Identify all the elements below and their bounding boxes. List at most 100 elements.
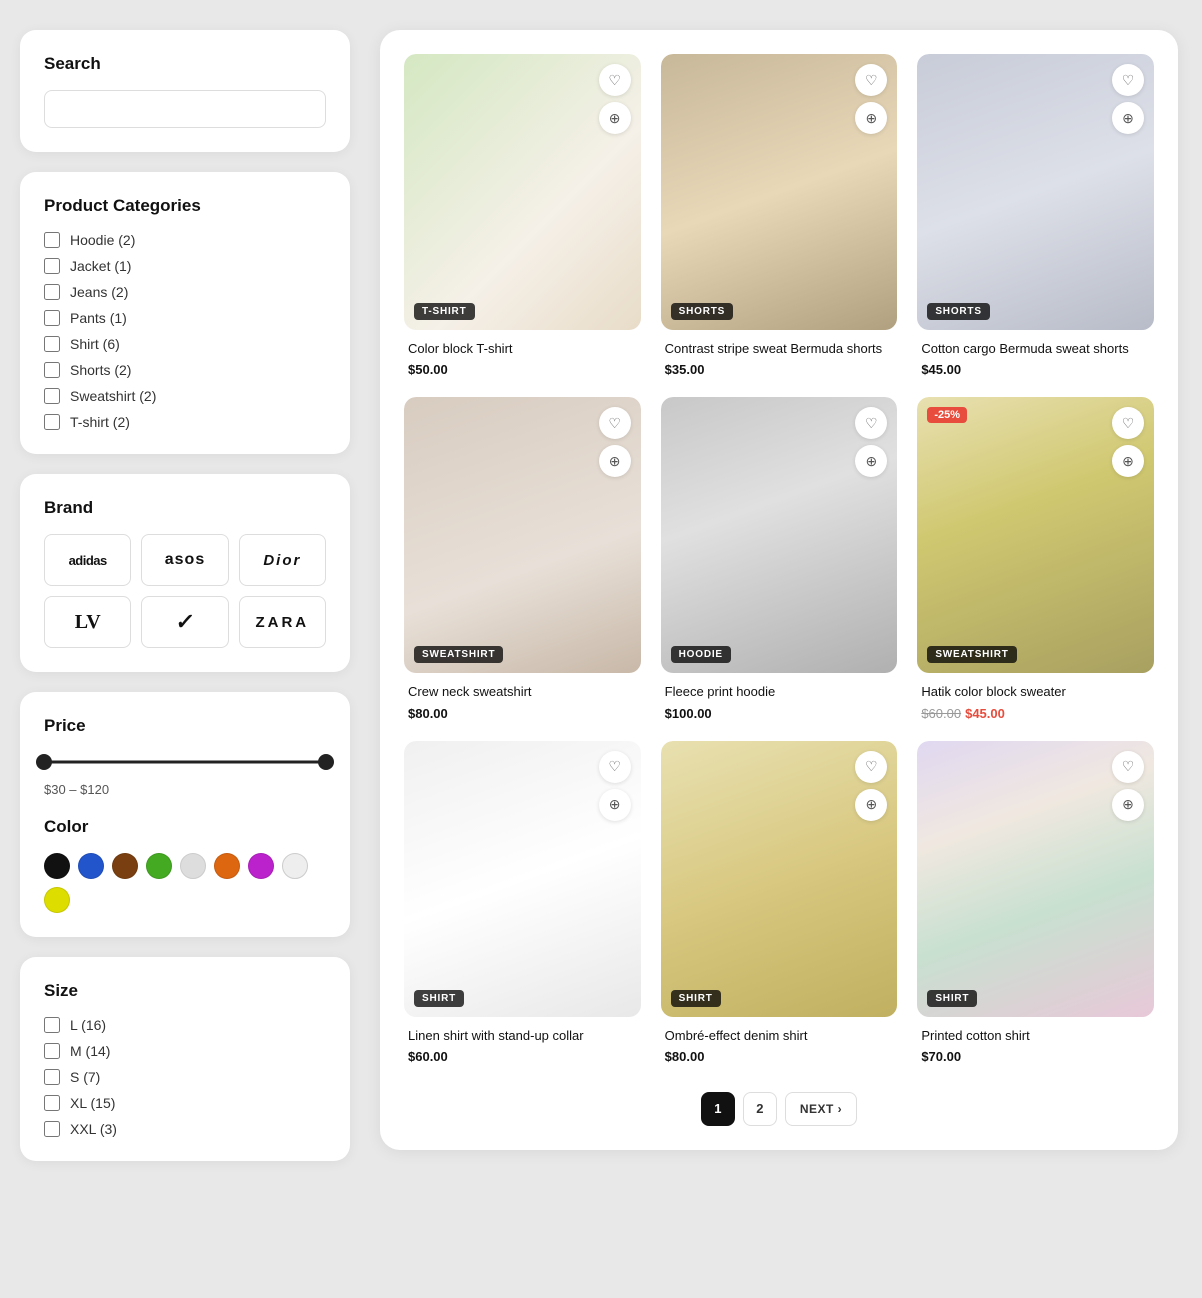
category-checkbox-0[interactable] bbox=[44, 232, 60, 248]
category-checkbox-3[interactable] bbox=[44, 310, 60, 326]
size-item-1[interactable]: M (14) bbox=[44, 1043, 326, 1059]
zoom-btn-8[interactable]: ⊕ bbox=[855, 789, 887, 821]
zoom-btn-4[interactable]: ⊕ bbox=[599, 445, 631, 477]
range-handle-right[interactable] bbox=[318, 754, 334, 770]
product-price-2: $35.00 bbox=[665, 362, 705, 377]
color-swatch-4[interactable] bbox=[180, 853, 206, 879]
color-swatch-0[interactable] bbox=[44, 853, 70, 879]
product-card-1[interactable]: ♡ ⊕ T-SHIRT Color block T-shirt $50.00 bbox=[404, 54, 641, 377]
zoom-btn-7[interactable]: ⊕ bbox=[599, 789, 631, 821]
category-checkbox-4[interactable] bbox=[44, 336, 60, 352]
category-checkbox-1[interactable] bbox=[44, 258, 60, 274]
products-grid: ♡ ⊕ T-SHIRT Color block T-shirt $50.00 ♡… bbox=[404, 54, 1154, 1064]
product-actions-3: ♡ ⊕ bbox=[1112, 64, 1144, 134]
size-item-0[interactable]: L (16) bbox=[44, 1017, 326, 1033]
product-card-6[interactable]: -25% ♡ ⊕ SWEATSHIRT Hatik color block sw… bbox=[917, 397, 1154, 720]
category-checkbox-6[interactable] bbox=[44, 388, 60, 404]
zoom-btn-9[interactable]: ⊕ bbox=[1112, 789, 1144, 821]
product-image-7: ♡ ⊕ SHIRT bbox=[404, 741, 641, 1017]
product-price-3: $45.00 bbox=[921, 362, 961, 377]
brand-adidas[interactable]: adidas bbox=[44, 534, 131, 586]
category-item-3[interactable]: Pants (1) bbox=[44, 310, 326, 326]
product-card-7[interactable]: ♡ ⊕ SHIRT Linen shirt with stand-up coll… bbox=[404, 741, 641, 1064]
product-image-9: ♡ ⊕ SHIRT bbox=[917, 741, 1154, 1017]
category-checkbox-5[interactable] bbox=[44, 362, 60, 378]
product-name-9: Printed cotton shirt bbox=[921, 1027, 1150, 1045]
size-checkbox-2[interactable] bbox=[44, 1069, 60, 1085]
wishlist-btn-6[interactable]: ♡ bbox=[1112, 407, 1144, 439]
main-content: ♡ ⊕ T-SHIRT Color block T-shirt $50.00 ♡… bbox=[370, 0, 1202, 1298]
price-slider[interactable] bbox=[44, 752, 326, 772]
category-item-7[interactable]: T-shirt (2) bbox=[44, 414, 326, 430]
wishlist-btn-7[interactable]: ♡ bbox=[599, 751, 631, 783]
size-checkbox-4[interactable] bbox=[44, 1121, 60, 1137]
color-swatch-5[interactable] bbox=[214, 853, 240, 879]
category-item-1[interactable]: Jacket (1) bbox=[44, 258, 326, 274]
zoom-btn-6[interactable]: ⊕ bbox=[1112, 445, 1144, 477]
search-title: Search bbox=[44, 54, 326, 74]
zoom-btn-1[interactable]: ⊕ bbox=[599, 102, 631, 134]
wishlist-btn-5[interactable]: ♡ bbox=[855, 407, 887, 439]
product-card-8[interactable]: ♡ ⊕ SHIRT Ombré-effect denim shirt $80.0… bbox=[661, 741, 898, 1064]
search-input[interactable] bbox=[44, 90, 326, 128]
range-handle-left[interactable] bbox=[36, 754, 52, 770]
size-list: L (16) M (14) S (7) XL (15) XXL (3) bbox=[44, 1017, 326, 1137]
product-price-wrapper-1: $50.00 bbox=[408, 362, 637, 377]
wishlist-btn-4[interactable]: ♡ bbox=[599, 407, 631, 439]
size-item-4[interactable]: XXL (3) bbox=[44, 1121, 326, 1137]
category-item-5[interactable]: Shorts (2) bbox=[44, 362, 326, 378]
category-item-6[interactable]: Sweatshirt (2) bbox=[44, 388, 326, 404]
brand-dior[interactable]: Dior bbox=[239, 534, 326, 586]
product-price-wrapper-5: $100.00 bbox=[665, 706, 894, 721]
zoom-btn-5[interactable]: ⊕ bbox=[855, 445, 887, 477]
page-btn-2[interactable]: 2 bbox=[743, 1092, 777, 1126]
page-btn-1[interactable]: 1 bbox=[701, 1092, 735, 1126]
category-checkbox-2[interactable] bbox=[44, 284, 60, 300]
product-image-4: ♡ ⊕ SWEATSHIRT bbox=[404, 397, 641, 673]
product-card-3[interactable]: ♡ ⊕ SHORTS Cotton cargo Bermuda sweat sh… bbox=[917, 54, 1154, 377]
brand-lv[interactable]: LV bbox=[44, 596, 131, 648]
brand-title: Brand bbox=[44, 498, 326, 518]
categories-card: Product Categories Hoodie (2)Jacket (1)J… bbox=[20, 172, 350, 454]
category-checkbox-7[interactable] bbox=[44, 414, 60, 430]
wishlist-btn-8[interactable]: ♡ bbox=[855, 751, 887, 783]
category-item-2[interactable]: Jeans (2) bbox=[44, 284, 326, 300]
wishlist-btn-3[interactable]: ♡ bbox=[1112, 64, 1144, 96]
zoom-btn-3[interactable]: ⊕ bbox=[1112, 102, 1144, 134]
product-card-5[interactable]: ♡ ⊕ HOODIE Fleece print hoodie $100.00 bbox=[661, 397, 898, 720]
product-badge-1: T-SHIRT bbox=[414, 303, 475, 320]
color-swatch-2[interactable] bbox=[112, 853, 138, 879]
color-swatch-8[interactable] bbox=[44, 887, 70, 913]
color-swatch-6[interactable] bbox=[248, 853, 274, 879]
category-item-0[interactable]: Hoodie (2) bbox=[44, 232, 326, 248]
wishlist-btn-9[interactable]: ♡ bbox=[1112, 751, 1144, 783]
price-title: Price bbox=[44, 716, 326, 736]
brand-nike[interactable]: ✓ bbox=[141, 596, 228, 648]
wishlist-btn-1[interactable]: ♡ bbox=[599, 64, 631, 96]
product-card-4[interactable]: ♡ ⊕ SWEATSHIRT Crew neck sweatshirt $80.… bbox=[404, 397, 641, 720]
product-card-9[interactable]: ♡ ⊕ SHIRT Printed cotton shirt $70.00 bbox=[917, 741, 1154, 1064]
category-label-5: Shorts (2) bbox=[70, 362, 131, 378]
size-item-2[interactable]: S (7) bbox=[44, 1069, 326, 1085]
brand-asos[interactable]: asos bbox=[141, 534, 228, 586]
wishlist-btn-2[interactable]: ♡ bbox=[855, 64, 887, 96]
size-checkbox-0[interactable] bbox=[44, 1017, 60, 1033]
zoom-btn-2[interactable]: ⊕ bbox=[855, 102, 887, 134]
product-actions-7: ♡ ⊕ bbox=[599, 751, 631, 821]
product-image-3: ♡ ⊕ SHORTS bbox=[917, 54, 1154, 330]
product-badge-9: SHIRT bbox=[927, 990, 977, 1007]
product-actions-4: ♡ ⊕ bbox=[599, 407, 631, 477]
size-item-3[interactable]: XL (15) bbox=[44, 1095, 326, 1111]
category-label-0: Hoodie (2) bbox=[70, 232, 135, 248]
brand-card: Brand adidasasosDior LV✓ZARA bbox=[20, 474, 350, 672]
category-item-4[interactable]: Shirt (6) bbox=[44, 336, 326, 352]
size-label-3: XL (15) bbox=[70, 1095, 115, 1111]
color-swatch-3[interactable] bbox=[146, 853, 172, 879]
product-card-2[interactable]: ♡ ⊕ SHORTS Contrast stripe sweat Bermuda… bbox=[661, 54, 898, 377]
size-checkbox-3[interactable] bbox=[44, 1095, 60, 1111]
brand-zara[interactable]: ZARA bbox=[239, 596, 326, 648]
size-checkbox-1[interactable] bbox=[44, 1043, 60, 1059]
pagination-next-btn[interactable]: NEXT › bbox=[785, 1092, 857, 1126]
color-swatch-7[interactable] bbox=[282, 853, 308, 879]
color-swatch-1[interactable] bbox=[78, 853, 104, 879]
